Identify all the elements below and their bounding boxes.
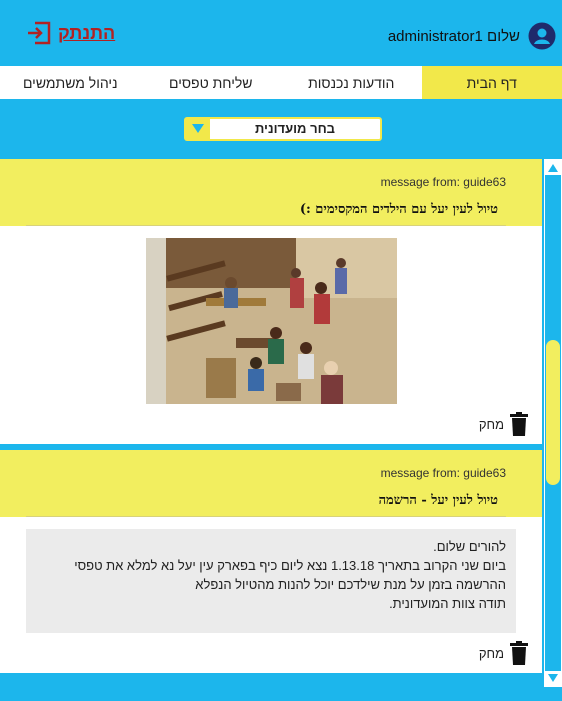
trash-icon[interactable]: [510, 412, 528, 436]
delete-label: מחק: [478, 416, 504, 432]
message-line: ביום שני הקרוב בתאריך 1.13.18 נצא ליום כ…: [74, 558, 506, 573]
user-info: שלום administrator1: [388, 22, 556, 50]
tab-user-management[interactable]: ניהול משתמשים: [0, 66, 141, 99]
message-footer: מחק: [0, 404, 542, 444]
message-footer: מחק: [0, 633, 542, 673]
tab-incoming-messages[interactable]: הודעות נכנסות: [281, 66, 422, 99]
main-nav: דף הבית הודעות נכנסות שליחת טפסים ניהול …: [0, 66, 562, 99]
logout-label: התנתק: [58, 22, 116, 43]
feed-scrollbar[interactable]: [544, 159, 562, 687]
scroll-up-icon[interactable]: [544, 161, 562, 175]
message-card: message from: guide63 טיול לעין יעל - הר…: [0, 450, 542, 673]
message-title: טיול לעין יעל - הרשמה: [26, 486, 506, 517]
delete-label: מחק: [478, 645, 504, 661]
message-photo: [145, 238, 397, 404]
user-avatar-icon: [528, 22, 556, 50]
club-select[interactable]: בחר מועדונית: [184, 117, 382, 141]
message-body: [0, 226, 542, 404]
dropdown-arrow-icon[interactable]: [186, 119, 210, 139]
message-sender: message from: guide63: [380, 466, 506, 480]
logout-icon: [28, 21, 51, 45]
user-greeting: שלום administrator1: [387, 27, 520, 45]
message-line: תודה צוות המועדונית.: [389, 596, 506, 611]
logout-button[interactable]: התנתק: [26, 20, 115, 46]
message-body: להורים שלום. ביום שני הקרוב בתאריך 1.13.…: [0, 517, 542, 633]
message-card: message from: guide63 טיול לעין יעל עם ה…: [0, 159, 542, 444]
message-header: message from: guide63 טיול לעין יעל עם ה…: [0, 159, 542, 226]
scroll-down-icon[interactable]: [544, 671, 562, 685]
club-select-value: בחר מועדונית: [254, 121, 335, 136]
message-feed: message from: guide63 טיול לעין יעל עם ה…: [0, 159, 544, 687]
scrollbar-thumb[interactable]: [546, 340, 560, 485]
tab-home[interactable]: דף הבית: [421, 66, 562, 99]
message-line: להורים שלום.: [433, 539, 506, 554]
trash-icon[interactable]: [510, 641, 528, 665]
message-text: להורים שלום. ביום שני הקרוב בתאריך 1.13.…: [26, 529, 516, 633]
message-sender: message from: guide63: [380, 175, 506, 189]
tab-send-forms[interactable]: שליחת טפסים: [140, 66, 281, 99]
message-header: message from: guide63 טיול לעין יעל - הר…: [0, 450, 542, 517]
app-header: התנתק שלום administrator1: [0, 0, 562, 66]
message-line: ההרשמה בזמן על מנת שילדכם יוכל להנות מהט…: [195, 577, 506, 592]
message-title: טיול לעין יעל עם הילדים המקסימים :): [26, 195, 506, 226]
